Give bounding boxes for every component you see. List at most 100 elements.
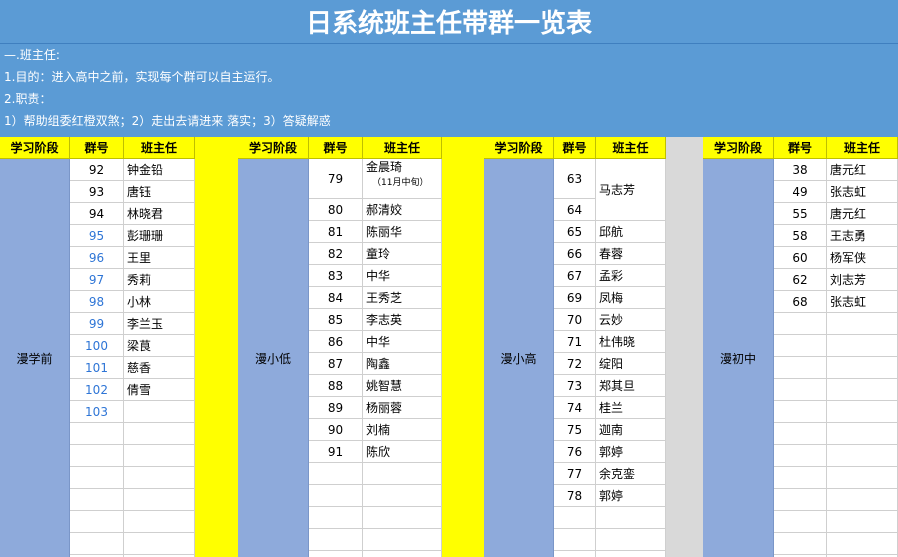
empty-cell bbox=[827, 467, 898, 489]
group-number: 85 bbox=[309, 309, 363, 331]
header-teacher: 班主任 bbox=[827, 137, 898, 159]
empty-cell bbox=[363, 551, 442, 557]
empty-cell bbox=[827, 423, 898, 445]
column-separator bbox=[442, 137, 484, 557]
group-number: 63 bbox=[554, 159, 596, 199]
group-number: 73 bbox=[554, 375, 596, 397]
teacher-name: 迦南 bbox=[596, 419, 666, 441]
empty-cell bbox=[596, 551, 666, 557]
column-separator bbox=[666, 137, 703, 557]
empty-cell bbox=[309, 507, 363, 529]
stage-label: 漫初中 bbox=[703, 159, 774, 557]
group-number: 86 bbox=[309, 331, 363, 353]
intro-heading: —.班主任: bbox=[4, 48, 60, 62]
empty-cell bbox=[827, 313, 898, 335]
empty-cell bbox=[363, 463, 442, 485]
group-number: 68 bbox=[774, 291, 827, 313]
stage-label: 漫学前 bbox=[0, 159, 70, 557]
teacher-name: 邱航 bbox=[596, 221, 666, 243]
empty-cell bbox=[124, 445, 195, 467]
teacher-name: 梁茛 bbox=[124, 335, 195, 357]
teacher-name bbox=[124, 401, 195, 423]
teacher-name: 郑其旦 bbox=[596, 375, 666, 397]
teacher-name: 郭婷 bbox=[596, 485, 666, 507]
header-group-number: 群号 bbox=[309, 137, 363, 159]
group-number: 90 bbox=[309, 419, 363, 441]
header-group-number: 群号 bbox=[554, 137, 596, 159]
group-number: 60 bbox=[774, 247, 827, 269]
group-number: 88 bbox=[309, 375, 363, 397]
empty-cell bbox=[774, 335, 827, 357]
intro-duties: 1）帮助组委红橙双煞；2）走出去请进来 落实；3）答疑解惑 bbox=[4, 114, 331, 128]
empty-cell bbox=[124, 423, 195, 445]
empty-cell bbox=[596, 507, 666, 529]
teacher-name: 王里 bbox=[124, 247, 195, 269]
group-number: 74 bbox=[554, 397, 596, 419]
teacher-name: 余克銮 bbox=[596, 463, 666, 485]
header-group-number: 群号 bbox=[70, 137, 124, 159]
teacher-name: 张志虹 bbox=[827, 291, 898, 313]
empty-cell bbox=[774, 357, 827, 379]
teacher-name: 金晨琦 bbox=[366, 160, 403, 174]
empty-cell bbox=[309, 551, 363, 557]
teacher-name: 郭婷 bbox=[596, 441, 666, 463]
teacher-name: 凤梅 bbox=[596, 287, 666, 309]
teacher-name: 郝清姣 bbox=[363, 199, 442, 221]
empty-cell bbox=[827, 379, 898, 401]
teacher-name: 中华 bbox=[363, 265, 442, 287]
header-stage: 学习阶段 bbox=[703, 137, 774, 159]
teacher-name: 李兰玉 bbox=[124, 313, 195, 335]
group-number: 87 bbox=[309, 353, 363, 375]
intro-purpose: 1.目的：进入高中之前，实现每个群可以自主运行。 bbox=[4, 70, 280, 84]
teacher-name: 陈丽华 bbox=[363, 221, 442, 243]
empty-cell bbox=[70, 445, 124, 467]
empty-cell bbox=[774, 401, 827, 423]
group-number: 84 bbox=[309, 287, 363, 309]
empty-cell bbox=[70, 533, 124, 555]
teacher-note: （11月中旬） bbox=[372, 178, 429, 188]
teacher-name: 李志英 bbox=[363, 309, 442, 331]
group-number: 62 bbox=[774, 269, 827, 291]
empty-cell bbox=[774, 511, 827, 533]
empty-cell bbox=[827, 533, 898, 555]
teacher-name: 杨军侠 bbox=[827, 247, 898, 269]
teacher-name: 唐元红 bbox=[827, 159, 898, 181]
group-number: 94 bbox=[70, 203, 124, 225]
group-number: 99 bbox=[70, 313, 124, 335]
teacher-name: 王秀芝 bbox=[363, 287, 442, 309]
group-number: 78 bbox=[554, 485, 596, 507]
group-number: 65 bbox=[554, 221, 596, 243]
stage-label: 漫小高 bbox=[484, 159, 554, 557]
group-number: 69 bbox=[554, 287, 596, 309]
teacher-name-with-note: 金晨琦 （11月中旬） bbox=[363, 159, 442, 199]
empty-cell bbox=[827, 489, 898, 511]
header-stage: 学习阶段 bbox=[238, 137, 309, 159]
group-number: 95 bbox=[70, 225, 124, 247]
teacher-name: 小林 bbox=[124, 291, 195, 313]
teacher-name: 张志虹 bbox=[827, 181, 898, 203]
intro-panel: —.班主任: 1.目的：进入高中之前，实现每个群可以自主运行。 2.职责： 1）… bbox=[0, 44, 898, 137]
teacher-name: 绽阳 bbox=[596, 353, 666, 375]
teacher-name: 唐元红 bbox=[827, 203, 898, 225]
group-number: 96 bbox=[70, 247, 124, 269]
group-number: 103 bbox=[70, 401, 124, 423]
column-separator bbox=[195, 137, 238, 557]
group-number: 93 bbox=[70, 181, 124, 203]
group-number: 72 bbox=[554, 353, 596, 375]
empty-cell bbox=[363, 529, 442, 551]
empty-cell bbox=[554, 529, 596, 551]
empty-cell bbox=[309, 463, 363, 485]
empty-cell bbox=[827, 511, 898, 533]
teacher-name: 慈香 bbox=[124, 357, 195, 379]
teacher-name: 孟彩 bbox=[596, 265, 666, 287]
header-stage: 学习阶段 bbox=[484, 137, 554, 159]
group-number: 49 bbox=[774, 181, 827, 203]
group-number: 81 bbox=[309, 221, 363, 243]
empty-cell bbox=[827, 335, 898, 357]
group-number: 102 bbox=[70, 379, 124, 401]
teacher-name: 刘楠 bbox=[363, 419, 442, 441]
group-number: 70 bbox=[554, 309, 596, 331]
stage-label: 漫小低 bbox=[238, 159, 309, 557]
group-number: 76 bbox=[554, 441, 596, 463]
group-number: 71 bbox=[554, 331, 596, 353]
